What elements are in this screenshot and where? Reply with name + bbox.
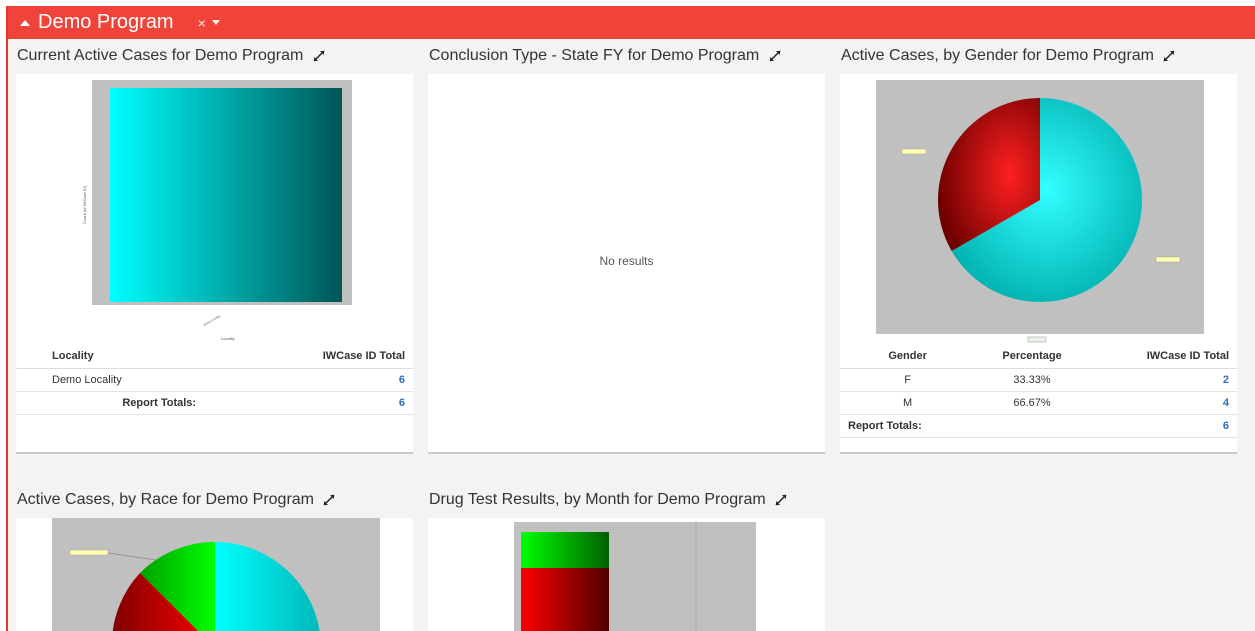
active-cases-table: Locality IWCase ID Total Demo Locality 6… <box>16 344 413 415</box>
totals-label: Report Totals: <box>16 391 251 415</box>
col-header-percentage: Percentage <box>975 344 1089 369</box>
expand-icon[interactable] <box>768 49 782 63</box>
active-cases-chart: Demo Locality Locality Count (of IWCase … <box>82 80 352 341</box>
cell-gender: M <box>840 391 976 415</box>
panel-conclusion: No results <box>428 74 825 454</box>
widget-title-text: Active Cases, by Gender for Demo Program <box>841 47 1155 64</box>
race-chart <box>52 518 380 631</box>
table-row: Demo Locality 6 <box>16 368 413 392</box>
totals-spacer <box>975 414 1089 438</box>
cell-locality: Demo Locality <box>16 368 251 392</box>
col-header-total: IWCase ID Total <box>250 344 413 369</box>
x-axis-label: Locality <box>221 336 235 341</box>
y-axis-label: Count (of IWCase ID) <box>82 185 87 224</box>
pie-callout-label <box>69 549 109 556</box>
widget-title-text: Drug Test Results, by Month for Demo Pro… <box>429 491 766 508</box>
totals-row: Report Totals: 6 <box>16 391 413 415</box>
totals-label: Report Totals: <box>840 414 976 438</box>
gender-chart <box>876 80 1204 343</box>
expand-icon[interactable] <box>774 493 788 507</box>
cell-total-link[interactable]: 2 <box>1088 368 1237 392</box>
x-tick-label: Demo Locality <box>203 314 222 327</box>
widget-title-gender: Active Cases, by Gender for Demo Program <box>841 47 1176 65</box>
bar-demo-locality <box>110 88 342 302</box>
col-header-gender: Gender <box>840 344 976 369</box>
dashboard-frame: Demo Program × Current Active Cases for … <box>6 6 1255 631</box>
widget-title-drug: Drug Test Results, by Month for Demo Pro… <box>429 491 788 509</box>
panel-race <box>16 518 413 631</box>
panel-gender: Gender Percentage IWCase ID Total F 33.3… <box>840 74 1237 454</box>
col-header-locality: Locality <box>16 344 251 369</box>
widget-title-active-cases: Current Active Cases for Demo Program <box>17 47 326 65</box>
drug-chart <box>514 522 756 631</box>
header-tools: × <box>198 15 220 31</box>
widget-title-conclusion: Conclusion Type - State FY for Demo Prog… <box>429 47 782 65</box>
collapse-caret-icon[interactable] <box>20 19 30 26</box>
pie-legend <box>1027 336 1047 343</box>
expand-icon[interactable] <box>1162 49 1176 63</box>
cell-total-link[interactable]: 6 <box>250 368 413 392</box>
panel-active-cases: Demo Locality Locality Count (of IWCase … <box>16 74 413 454</box>
pie-callout-label <box>901 148 927 155</box>
bar-segment-red <box>521 568 609 631</box>
panel-drug <box>428 518 825 631</box>
widget-title-text: Active Cases, by Race for Demo Program <box>17 491 314 508</box>
table-row: M 66.67% 4 <box>840 391 1237 415</box>
table-row: F 33.33% 2 <box>840 368 1237 392</box>
close-icon[interactable]: × <box>198 15 206 31</box>
program-header: Demo Program × <box>8 6 1255 39</box>
program-title: Demo Program <box>38 11 174 33</box>
cell-percentage: 33.33% <box>975 368 1089 392</box>
totals-value-link[interactable]: 6 <box>1088 414 1237 438</box>
pie-callout-label <box>1155 256 1181 263</box>
cell-percentage: 66.67% <box>975 391 1089 415</box>
no-results-text: No results <box>599 254 654 268</box>
totals-row: Report Totals: 6 <box>840 414 1237 438</box>
gender-table: Gender Percentage IWCase ID Total F 33.3… <box>840 344 1237 438</box>
cell-gender: F <box>840 368 976 392</box>
expand-icon[interactable] <box>312 49 326 63</box>
widget-title-text: Conclusion Type - State FY for Demo Prog… <box>429 47 760 64</box>
bar-segment-green <box>521 532 609 568</box>
widget-title-text: Current Active Cases for Demo Program <box>17 47 304 64</box>
expand-icon[interactable] <box>322 493 336 507</box>
dropdown-icon[interactable] <box>211 20 220 25</box>
cell-total-link[interactable]: 4 <box>1088 391 1237 415</box>
widget-title-race: Active Cases, by Race for Demo Program <box>17 491 336 509</box>
totals-value-link[interactable]: 6 <box>250 391 413 415</box>
col-header-total: IWCase ID Total <box>1088 344 1237 369</box>
